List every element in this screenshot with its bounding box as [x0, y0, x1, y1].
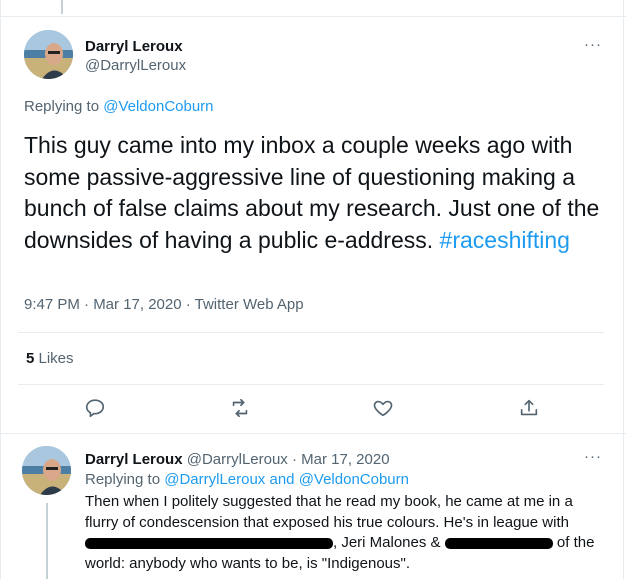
replying-to-link[interactable]: @VeldonCoburn [103, 98, 213, 115]
thread-connector [46, 503, 48, 579]
more-options-icon[interactable]: ··· [584, 448, 602, 465]
reply-text-part2: , Jeri Malones & [333, 534, 445, 551]
avatar[interactable] [24, 30, 73, 79]
reply-header: Darryl Leroux @DarrylLeroux · Mar 17, 20… [85, 451, 390, 468]
share-icon[interactable] [518, 397, 544, 423]
divider [0, 433, 626, 434]
replying-and: and [265, 471, 299, 488]
author-name[interactable]: Darryl Leroux [85, 38, 183, 55]
retweet-icon[interactable] [229, 397, 255, 423]
divider [18, 384, 604, 385]
avatar[interactable] [22, 446, 71, 495]
replying-to: Replying to @VeldonCoburn [24, 98, 214, 115]
heart-icon[interactable] [372, 397, 398, 423]
tweet-text: This guy came into my inbox a couple wee… [24, 130, 604, 256]
redaction-mark [444, 537, 553, 549]
replying-prefix: Replying to [24, 98, 104, 115]
replying-prefix: Replying to [85, 471, 165, 488]
replying-to-link-2[interactable]: @VeldonCoburn [299, 471, 409, 488]
reply-author-handle[interactable]: @DarrylLeroux [187, 451, 288, 468]
likes-count[interactable]: 5 Likes [26, 350, 74, 367]
thread-connector-top [61, 0, 63, 14]
hashtag-link[interactable]: #raceshifting [440, 227, 570, 253]
divider [18, 332, 604, 333]
tweet-meta[interactable]: 9:47 PM · Mar 17, 2020 · Twitter Web App [24, 296, 304, 313]
replying-to: Replying to @DarrylLeroux and @VeldonCob… [85, 471, 409, 488]
more-options-icon[interactable]: ··· [584, 36, 602, 53]
reply-icon[interactable] [84, 397, 110, 423]
reply-date[interactable]: · Mar 17, 2020 [288, 451, 390, 468]
divider-top [0, 16, 626, 17]
author-handle[interactable]: @DarrylLeroux [85, 57, 186, 74]
reply-text: Then when I politely suggested that he r… [85, 492, 605, 574]
likes-label: Likes [34, 350, 74, 367]
replying-to-link-1[interactable]: @DarrylLeroux [164, 471, 265, 488]
reply-author-name[interactable]: Darryl Leroux [85, 451, 183, 468]
redaction-mark [85, 537, 333, 549]
reply-text-part1: Then when I politely suggested that he r… [85, 493, 573, 531]
